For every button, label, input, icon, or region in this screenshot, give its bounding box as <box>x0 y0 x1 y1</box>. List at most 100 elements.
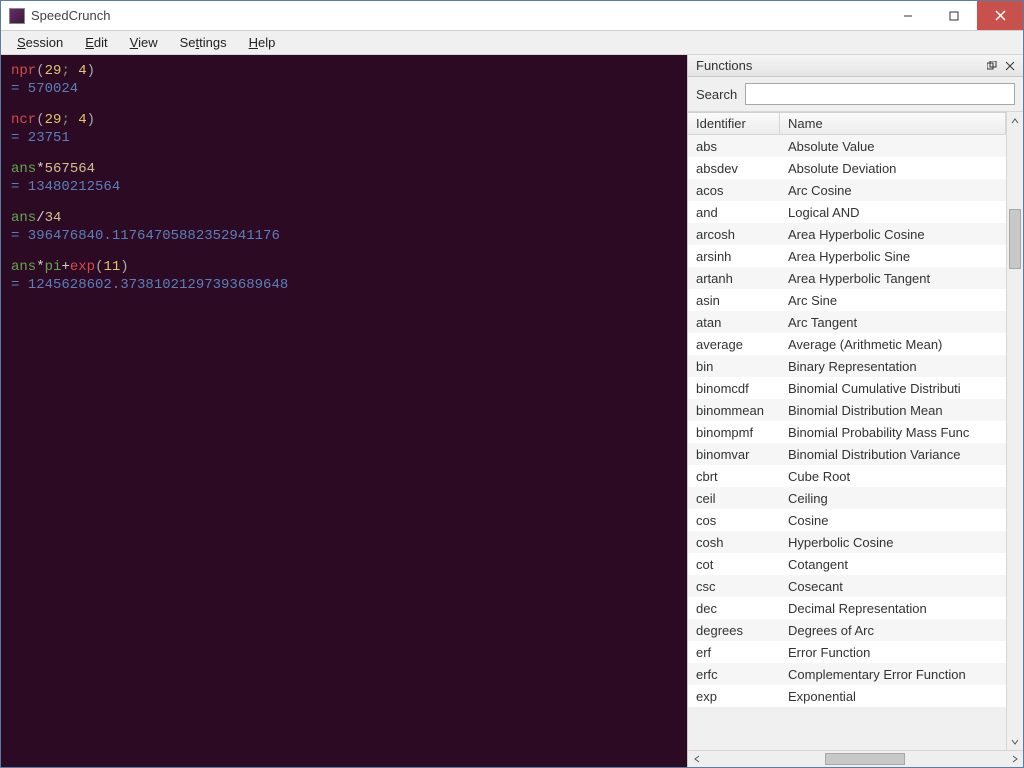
history-result: = 13480212564 <box>11 179 677 197</box>
function-identifier: average <box>688 337 780 352</box>
function-identifier: acos <box>688 183 780 198</box>
function-name: Complementary Error Function <box>780 667 1006 682</box>
function-row[interactable]: erfcComplementary Error Function <box>688 663 1006 685</box>
function-row[interactable]: erfError Function <box>688 641 1006 663</box>
function-name: Decimal Representation <box>780 601 1006 616</box>
function-row[interactable]: absAbsolute Value <box>688 135 1006 157</box>
history-expression: ans*567564 <box>11 161 677 179</box>
function-name: Ceiling <box>780 491 1006 506</box>
panel-header: Functions <box>688 55 1023 77</box>
function-row[interactable]: expExponential <box>688 685 1006 707</box>
history-result: = 396476840.11764705882352941176 <box>11 228 677 246</box>
menu-settings-pre: Se <box>180 35 196 50</box>
scroll-left-icon[interactable] <box>688 751 705 768</box>
function-name: Cotangent <box>780 557 1006 572</box>
function-identifier: and <box>688 205 780 220</box>
function-identifier: binomvar <box>688 447 780 462</box>
menu-session[interactable]: Session <box>7 33 73 52</box>
history-expression: npr(29; 4) <box>11 63 677 81</box>
horizontal-scrollbar[interactable] <box>688 750 1023 767</box>
scroll-thumb[interactable] <box>1009 209 1021 269</box>
menu-settings-rest: tings <box>199 35 226 50</box>
functions-table: Identifier Name absAbsolute ValueabsdevA… <box>688 112 1006 750</box>
function-row[interactable]: andLogical AND <box>688 201 1006 223</box>
panel-undock-button[interactable] <box>983 58 1001 74</box>
minimize-button[interactable] <box>885 1 931 30</box>
function-name: Binomial Cumulative Distributi <box>780 381 1006 396</box>
close-button[interactable] <box>977 1 1023 30</box>
function-name: Binomial Distribution Variance <box>780 447 1006 462</box>
function-name: Arc Cosine <box>780 183 1006 198</box>
function-row[interactable]: atanArc Tangent <box>688 311 1006 333</box>
function-row[interactable]: ceilCeiling <box>688 487 1006 509</box>
scroll-track[interactable] <box>1007 129 1023 733</box>
history-entry[interactable]: ncr(29; 4)= 23751 <box>11 112 677 147</box>
column-name[interactable]: Name <box>780 113 1006 134</box>
function-name: Logical AND <box>780 205 1006 220</box>
function-name: Cosine <box>780 513 1006 528</box>
maximize-button[interactable] <box>931 1 977 30</box>
function-row[interactable]: acosArc Cosine <box>688 179 1006 201</box>
function-row[interactable]: artanhArea Hyperbolic Tangent <box>688 267 1006 289</box>
function-identifier: arsinh <box>688 249 780 264</box>
menu-settings[interactable]: Settings <box>170 33 237 52</box>
titlebar: SpeedCrunch <box>1 1 1023 31</box>
function-row[interactable]: binomvarBinomial Distribution Variance <box>688 443 1006 465</box>
function-row[interactable]: arcoshArea Hyperbolic Cosine <box>688 223 1006 245</box>
minimize-icon <box>903 11 913 21</box>
function-row[interactable]: binommeanBinomial Distribution Mean <box>688 399 1006 421</box>
function-row[interactable]: decDecimal Representation <box>688 597 1006 619</box>
function-row[interactable]: absdevAbsolute Deviation <box>688 157 1006 179</box>
function-row[interactable]: cbrtCube Root <box>688 465 1006 487</box>
function-row[interactable]: binompmfBinomial Probability Mass Func <box>688 421 1006 443</box>
scroll-down-icon[interactable] <box>1007 733 1023 750</box>
function-identifier: binommean <box>688 403 780 418</box>
menu-session-rest: ession <box>26 35 64 50</box>
function-identifier: cosh <box>688 535 780 550</box>
app-window: SpeedCrunch Session Edit View Settings H… <box>0 0 1024 768</box>
function-name: Degrees of Arc <box>780 623 1006 638</box>
vertical-scrollbar[interactable] <box>1006 112 1023 750</box>
function-row[interactable]: asinArc Sine <box>688 289 1006 311</box>
function-identifier: erf <box>688 645 780 660</box>
panel-close-button[interactable] <box>1001 58 1019 74</box>
undock-icon <box>987 61 997 71</box>
function-name: Binary Representation <box>780 359 1006 374</box>
history-expression: ncr(29; 4) <box>11 112 677 130</box>
window-title: SpeedCrunch <box>31 8 885 23</box>
history-terminal[interactable]: npr(29; 4)= 570024 ncr(29; 4)= 23751 ans*5… <box>1 55 687 767</box>
scroll-right-icon[interactable] <box>1006 751 1023 768</box>
function-identifier: binompmf <box>688 425 780 440</box>
function-row[interactable]: binBinary Representation <box>688 355 1006 377</box>
history-entry[interactable]: ans*pi+exp(11)= 1245628602.3738102129739… <box>11 259 677 294</box>
hscroll-track[interactable] <box>705 751 1006 767</box>
close-icon <box>1005 61 1015 71</box>
function-row[interactable]: cscCosecant <box>688 575 1006 597</box>
hscroll-thumb[interactable] <box>825 753 905 765</box>
function-identifier: abs <box>688 139 780 154</box>
function-identifier: cbrt <box>688 469 780 484</box>
function-row[interactable]: coshHyperbolic Cosine <box>688 531 1006 553</box>
function-name: Area Hyperbolic Cosine <box>780 227 1006 242</box>
menu-help[interactable]: Help <box>239 33 286 52</box>
function-row[interactable]: averageAverage (Arithmetic Mean) <box>688 333 1006 355</box>
functions-table-body: absAbsolute ValueabsdevAbsolute Deviatio… <box>688 135 1006 707</box>
app-icon <box>9 8 25 24</box>
column-identifier[interactable]: Identifier <box>688 113 780 134</box>
search-input[interactable] <box>745 83 1015 105</box>
scroll-up-icon[interactable] <box>1007 112 1023 129</box>
function-identifier: degrees <box>688 623 780 638</box>
function-identifier: absdev <box>688 161 780 176</box>
function-row[interactable]: cosCosine <box>688 509 1006 531</box>
function-row[interactable]: binomcdfBinomial Cumulative Distributi <box>688 377 1006 399</box>
history-entry[interactable]: npr(29; 4)= 570024 <box>11 63 677 98</box>
function-row[interactable]: cotCotangent <box>688 553 1006 575</box>
window-controls <box>885 1 1023 30</box>
function-row[interactable]: degreesDegrees of Arc <box>688 619 1006 641</box>
menu-edit[interactable]: Edit <box>75 33 117 52</box>
menubar: Session Edit View Settings Help <box>1 31 1023 55</box>
history-entry[interactable]: ans/34= 396476840.11764705882352941176 <box>11 210 677 245</box>
history-entry[interactable]: ans*567564= 13480212564 <box>11 161 677 196</box>
menu-view[interactable]: View <box>120 33 168 52</box>
function-row[interactable]: arsinhArea Hyperbolic Sine <box>688 245 1006 267</box>
